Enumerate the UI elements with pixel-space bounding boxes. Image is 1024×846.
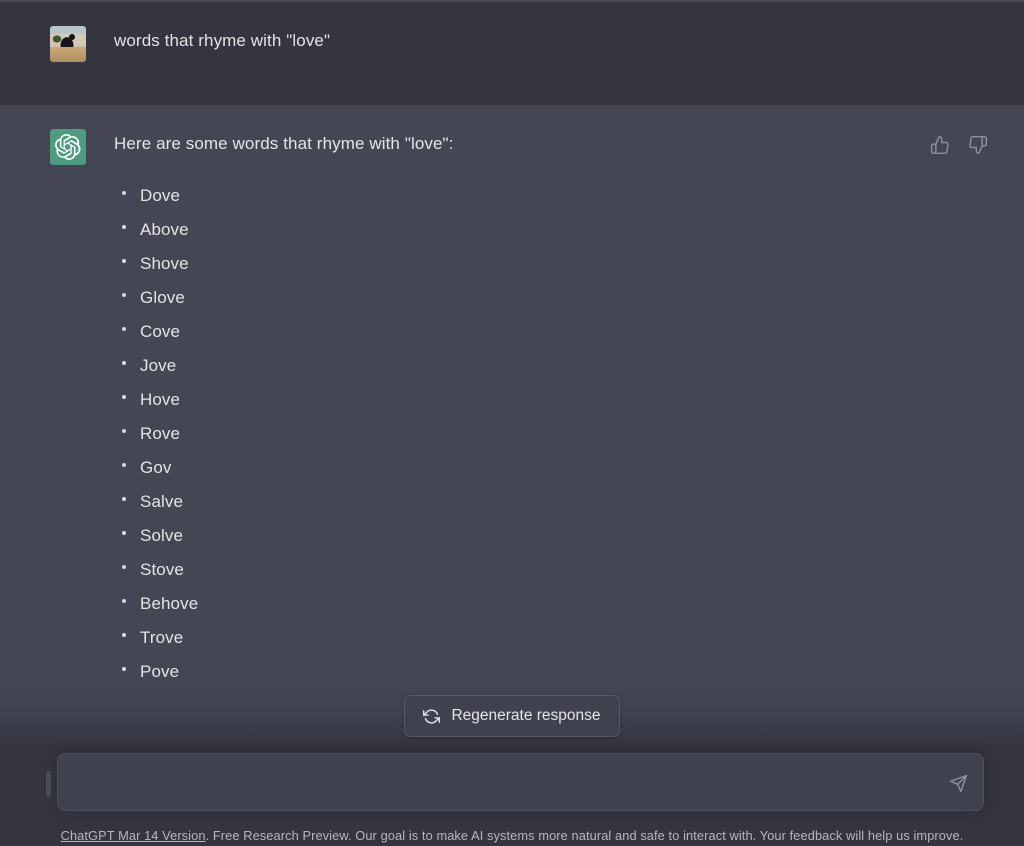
send-button[interactable] [943, 768, 973, 798]
list-item: Cove [114, 315, 1000, 349]
thumbs-up-button[interactable] [928, 133, 952, 157]
thumbs-down-button[interactable] [966, 133, 990, 157]
list-item: Salve [114, 485, 1000, 519]
user-message-row: words that rhyme with "love" [0, 2, 1024, 105]
list-item: Trove [114, 621, 1000, 655]
list-item: Stove [114, 553, 1000, 587]
composer-box[interactable] [57, 753, 984, 811]
user-message-text: words that rhyme with "love" [114, 31, 331, 50]
list-item: Glove [114, 281, 1000, 315]
list-item: Rove [114, 417, 1000, 451]
list-item: Shove [114, 247, 1000, 281]
version-link[interactable]: ChatGPT Mar 14 Version [61, 828, 206, 843]
regenerate-response-button[interactable]: Regenerate response [404, 695, 620, 737]
openai-logo-icon [55, 134, 81, 160]
sidebar-resize-handle[interactable] [46, 771, 51, 797]
list-item: Hove [114, 383, 1000, 417]
regenerate-response-label: Regenerate response [451, 707, 601, 724]
list-item: Gov [114, 451, 1000, 485]
list-item: Behove [114, 587, 1000, 621]
composer-area: ChatGPT Mar 14 Version. Free Research Pr… [0, 744, 1024, 846]
list-item: Above [114, 213, 1000, 247]
refresh-icon [423, 708, 441, 724]
list-item: Jove [114, 349, 1000, 383]
list-item: Dove [114, 179, 1000, 213]
thumbs-down-icon [969, 135, 988, 155]
assistant-intro-text: Here are some words that rhyme with "lov… [114, 134, 454, 153]
rhyme-word-list: Dove Above Shove Glove Cove Jove Hove Ro… [114, 179, 1000, 689]
chatgpt-logo-avatar [50, 129, 86, 165]
assistant-message-row: Here are some words that rhyme with "lov… [0, 105, 1024, 744]
list-item: Pove [114, 655, 1000, 689]
footer-text: . Free Research Preview. Our goal is to … [205, 828, 964, 843]
send-paper-plane-icon [949, 774, 967, 792]
footer-disclaimer: ChatGPT Mar 14 Version. Free Research Pr… [0, 828, 1024, 843]
chat-input[interactable] [58, 754, 983, 810]
regenerate-response-container: Regenerate response [0, 695, 1024, 737]
conversation-scroll-area[interactable]: words that rhyme with "love" Here are so… [0, 2, 1024, 744]
list-item: Solve [114, 519, 1000, 553]
thumbs-up-icon [930, 135, 949, 155]
user-photo-avatar [50, 26, 86, 62]
feedback-buttons [928, 133, 990, 157]
